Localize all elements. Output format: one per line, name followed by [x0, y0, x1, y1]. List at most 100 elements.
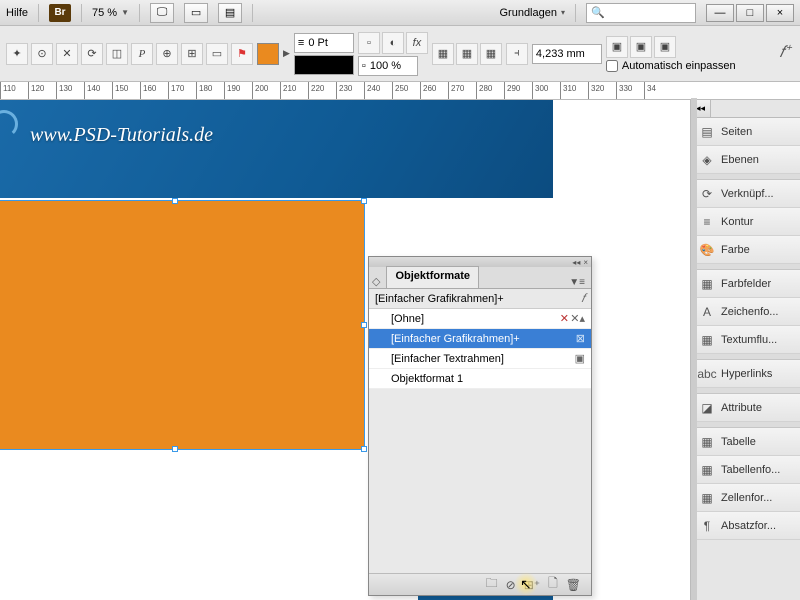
view-mode-1-icon[interactable]: 🖵 — [150, 3, 174, 23]
panel-icon: ◪ — [699, 400, 715, 416]
bridge-button[interactable]: Br — [49, 4, 71, 22]
tool-flag-icon[interactable]: ⚑ — [231, 43, 253, 65]
tool-type-icon[interactable]: P — [131, 43, 153, 65]
swirl-icon — [0, 110, 18, 138]
tool-icon[interactable]: ⊙ — [31, 43, 53, 65]
zoom-dropdown[interactable]: 75 %▼ — [92, 7, 129, 19]
fx-icon[interactable]: fx — [406, 32, 428, 54]
textwrap-icon[interactable]: ▦ — [456, 43, 478, 65]
fit-icon[interactable]: ▣ — [630, 36, 652, 58]
panel-label: Seiten — [721, 126, 752, 138]
textwrap-icon[interactable]: ▦ — [432, 43, 454, 65]
fill-swatch[interactable] — [257, 43, 279, 65]
trash-icon[interactable]: 🗑 — [566, 578, 581, 592]
panel-button-attribute[interactable]: ◪ Attribute — [691, 394, 800, 422]
panel-label: Zeichenfo... — [721, 306, 778, 318]
fit-icon[interactable]: ▣ — [606, 36, 628, 58]
tool-icon[interactable]: ◫ — [106, 43, 128, 65]
menu-help[interactable]: Hilfe — [6, 7, 28, 19]
panel-button-farbe[interactable]: 🎨Farbe — [691, 236, 800, 264]
panel-icon: A — [699, 304, 715, 320]
new-style-icon[interactable]: 🗋 — [548, 574, 558, 595]
panel-icon: ▤ — [699, 124, 715, 140]
separator — [38, 4, 39, 22]
gap-field[interactable]: 4,233 mm — [532, 44, 602, 64]
separator — [81, 4, 82, 22]
arrange-icon[interactable]: ▤ — [218, 3, 242, 23]
object-style-item[interactable]: [Einfacher Grafikrahmen]+⊠ — [369, 329, 591, 349]
panel-collapse-icon[interactable]: ◂◂ — [572, 258, 580, 267]
selected-graphic-frame[interactable] — [0, 200, 365, 450]
style-label: [Ohne] — [391, 313, 424, 325]
window-maximize[interactable]: □ — [736, 4, 764, 22]
tool-icon[interactable]: ⊕ — [156, 43, 178, 65]
panel-label: Tabellenfo... — [721, 464, 780, 476]
autofit-checkbox[interactable]: Automatisch einpassen — [606, 60, 736, 72]
menu-bar: Hilfe Br 75 %▼ 🖵 ▭ ▤ Grundlagen▾ 🔍 — □ × — [0, 0, 800, 26]
panel-icon: abc — [699, 366, 715, 382]
object-style-item[interactable]: Objektformat 1 — [369, 369, 591, 389]
panel-label: Farbe — [721, 244, 750, 256]
stroke-style-dropdown[interactable] — [294, 55, 354, 75]
window-close[interactable]: × — [766, 4, 794, 22]
panel-label: Attribute — [721, 402, 762, 414]
object-styles-tab[interactable]: Objektformate — [386, 266, 479, 288]
object-style-item[interactable]: [Ohne]✕✕▴ — [369, 309, 591, 329]
object-style-item[interactable]: [Einfacher Textrahmen]▣ — [369, 349, 591, 369]
panel-button-verknpf[interactable]: ⟳ Verknüpf... — [691, 180, 800, 208]
panel-icon: ◈ — [699, 152, 715, 168]
view-mode-2-icon[interactable]: ▭ — [184, 3, 208, 23]
panel-button-tabelle[interactable]: ▦Tabelle — [691, 428, 800, 456]
workspace-dropdown[interactable]: Grundlagen▾ — [499, 7, 565, 19]
tool-icon[interactable]: ⟳ — [81, 43, 103, 65]
panel-button-hyperlinks[interactable]: abcHyperlinks — [691, 360, 800, 388]
panel-button-seiten[interactable]: ▤ Seiten — [691, 118, 800, 146]
panel-button-kontur[interactable]: ≡Kontur — [691, 208, 800, 236]
stroke-weight-field[interactable]: ≡ 0 Pt — [294, 33, 354, 53]
window-minimize[interactable]: — — [706, 4, 734, 22]
panel-label: Zellenfor... — [721, 492, 772, 504]
panel-button-textumflu[interactable]: ▦Textumflu... — [691, 326, 800, 354]
clear-icon[interactable]: ⊘ — [506, 578, 516, 592]
opacity-field[interactable]: ▫ 100 % — [358, 56, 418, 76]
fit-icon[interactable]: ▣ — [654, 36, 676, 58]
panel-icon: ≡ — [699, 214, 715, 230]
panel-label: Farbfelder — [721, 278, 771, 290]
panel-icon: ▦ — [699, 490, 715, 506]
panel-icon: ⟳ — [699, 186, 715, 202]
separator — [252, 4, 253, 22]
tool-icon[interactable]: ⊞ — [181, 43, 203, 65]
new-group-icon[interactable]: ⊞⁺ — [524, 578, 540, 592]
panel-menu-icon[interactable]: ▼≡ — [569, 277, 585, 288]
panel-close-icon[interactable]: × — [583, 258, 588, 267]
opacity-icon[interactable]: ◐ — [382, 32, 404, 54]
panel-label: Textumflu... — [721, 334, 777, 346]
current-style-label: [Einfacher Grafikrahmen]+ — [375, 293, 504, 305]
horizontal-ruler: 1101201301401501601701801902002102202302… — [0, 82, 800, 100]
folder-icon[interactable]: 🗀 — [486, 574, 498, 595]
search-input[interactable]: 🔍 — [586, 3, 696, 23]
panel-label: Verknüpf... — [721, 188, 774, 200]
panel-button-ebenen[interactable]: ◈ Ebenen — [691, 146, 800, 174]
clear-override-icon[interactable]: 𝑓 — [581, 291, 585, 306]
panel-label: Ebenen — [721, 154, 759, 166]
panel-button-absatzfor[interactable]: ¶Absatzfor... — [691, 512, 800, 540]
panel-icon: ▦ — [699, 462, 715, 478]
effects-icon[interactable]: ▫ — [358, 32, 380, 54]
tool-icon[interactable]: ✕ — [56, 43, 78, 65]
header-url-text: www.PSD-Tutorials.de — [30, 124, 213, 147]
search-icon: 🔍 — [591, 6, 605, 19]
tool-icon[interactable]: ✦ — [6, 43, 28, 65]
panel-footer: 🗀 ⊘ ⊞⁺ 🗋 🗑 — [369, 573, 591, 595]
panel-button-farbfelder[interactable]: ▦Farbfelder — [691, 270, 800, 298]
tool-icon[interactable]: ▭ — [206, 43, 228, 65]
quick-apply-icon[interactable]: 𝑓⁺ — [779, 44, 790, 62]
separator — [575, 4, 576, 22]
textwrap-icon[interactable]: ▦ — [480, 43, 502, 65]
panel-button-zellenfor[interactable]: ▦ Zellenfor... — [691, 484, 800, 512]
control-bar: ✦ ⊙ ✕ ⟳ ◫ P ⊕ ⊞ ▭ ⚑ ▶ ≡ 0 Pt ▫◐fx ▫ 100 … — [0, 26, 800, 82]
crop-icon[interactable]: ⫞ — [506, 43, 528, 65]
panel-button-zeichenfo[interactable]: A Zeichenfo... — [691, 298, 800, 326]
object-styles-panel[interactable]: ◂◂× ◇ Objektformate ▼≡ [Einfacher Grafik… — [368, 256, 592, 596]
panel-button-tabellenfo[interactable]: ▦ Tabellenfo... — [691, 456, 800, 484]
